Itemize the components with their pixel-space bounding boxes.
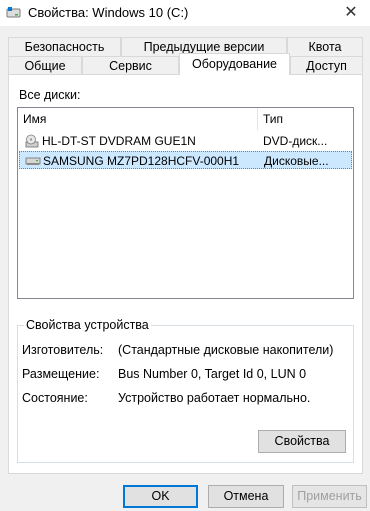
manufacturer-label: Изготовитель:	[22, 343, 104, 357]
list-header: Имя Тип	[18, 108, 353, 130]
status-value: Устройство работает нормально.	[118, 391, 311, 405]
disk-type: DVD-диск...	[263, 134, 328, 148]
location-value: Bus Number 0, Target Id 0, LUN 0	[118, 367, 307, 381]
disk-name: SAMSUNG MZ7PD128HCFV-000H1	[43, 154, 240, 168]
location-label: Размещение:	[22, 367, 100, 381]
apply-button[interactable]: Применить	[292, 485, 367, 508]
dvd-drive-icon	[25, 134, 39, 148]
title-bar: Свойства: Windows 10 (C:) ✕	[0, 0, 370, 26]
tab-sharing[interactable]: Доступ	[290, 56, 363, 75]
window-title: Свойства: Windows 10 (C:)	[28, 5, 189, 20]
tab-hardware[interactable]: Оборудование	[179, 53, 290, 75]
list-item[interactable]: HL-DT-ST DVDRAM GUE1N DVD-диск...	[19, 132, 352, 150]
list-item[interactable]: SAMSUNG MZ7PD128HCFV-000H1 Дисковые...	[19, 151, 352, 169]
device-properties-group: Свойства устройства Изготовитель: (Станд…	[17, 318, 354, 463]
device-properties-title: Свойства устройства	[24, 318, 151, 332]
disk-type: Дисковые...	[264, 154, 329, 168]
column-header-type[interactable]: Тип	[258, 108, 353, 130]
tab-general[interactable]: Общие	[8, 56, 82, 75]
properties-button[interactable]: Свойства	[258, 430, 346, 453]
tab-security[interactable]: Безопасность	[8, 37, 121, 56]
hard-drive-icon	[25, 157, 41, 165]
close-button[interactable]: ✕	[340, 2, 362, 24]
hardware-panel: Все диски: Имя Тип HL-DT-ST DVDRAM GUE1N…	[8, 74, 363, 474]
manufacturer-value: (Стандартные дисковые накопители)	[118, 343, 334, 357]
all-disks-label: Все диски:	[19, 88, 81, 102]
drive-icon	[6, 7, 21, 18]
column-header-name[interactable]: Имя	[18, 108, 257, 130]
status-label: Состояние:	[22, 391, 88, 405]
tab-tools[interactable]: Сервис	[82, 56, 179, 75]
ok-button[interactable]: OK	[123, 485, 198, 508]
disks-list[interactable]: Имя Тип HL-DT-ST DVDRAM GUE1N DVD-диск..…	[17, 107, 354, 299]
disk-name: HL-DT-ST DVDRAM GUE1N	[42, 134, 196, 148]
tab-quota[interactable]: Квота	[287, 37, 363, 56]
cancel-button[interactable]: Отмена	[208, 485, 284, 508]
close-icon: ✕	[344, 4, 358, 21]
